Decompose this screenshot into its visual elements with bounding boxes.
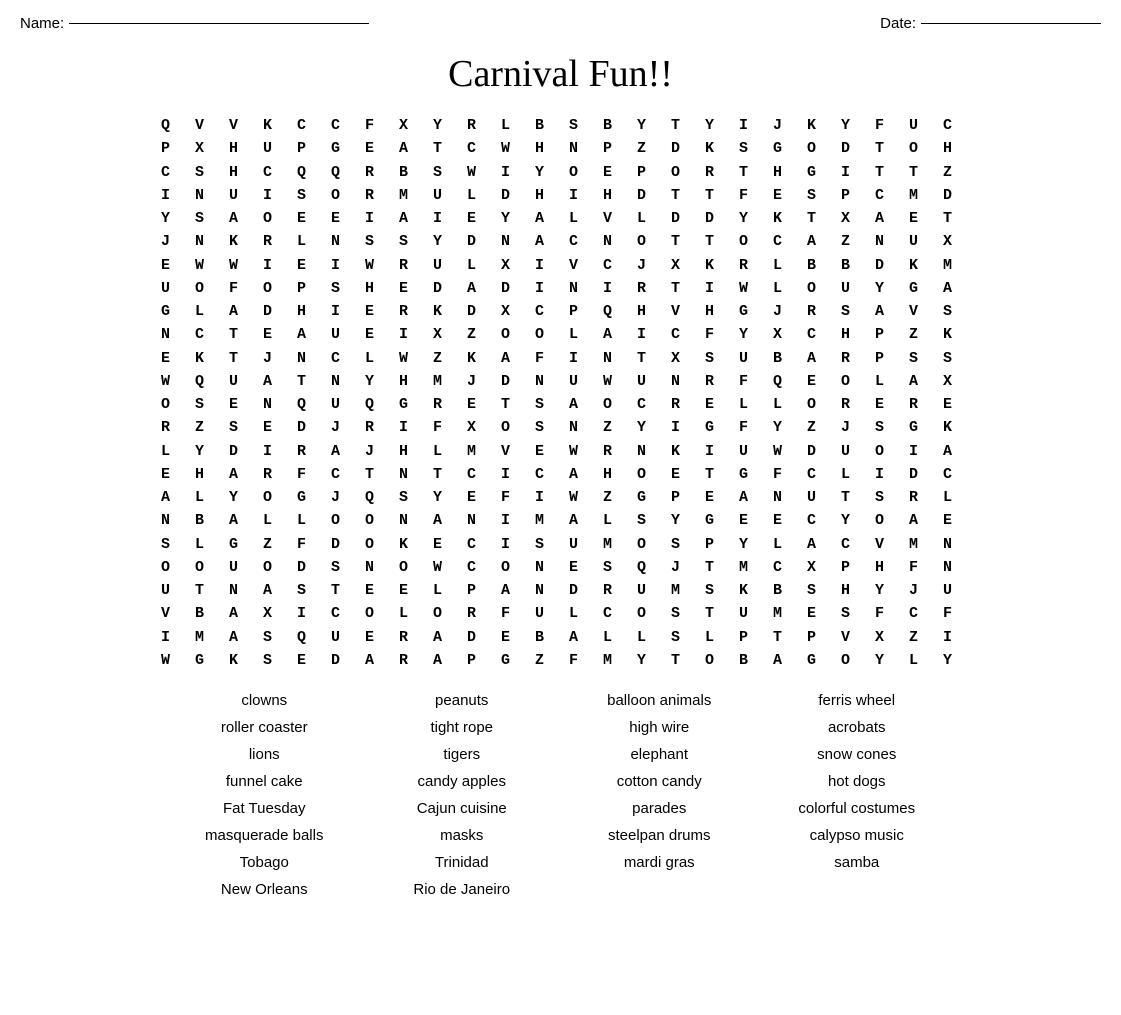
- word-item: balloon animals: [566, 690, 754, 711]
- word-item: elephant: [566, 744, 754, 765]
- word-item: steelpan drums: [566, 825, 754, 846]
- word-item: snow cones: [763, 744, 951, 765]
- grid-row: R Z S E D J R I F X O S N Z Y I G F Y Z …: [161, 416, 960, 439]
- word-item: Rio de Janeiro: [368, 879, 556, 900]
- name-label: Name:: [20, 15, 64, 32]
- word-item: Cajun cuisine: [368, 798, 556, 819]
- word-item: samba: [763, 852, 951, 873]
- grid-row: S L G Z F D O K E C I S U M O S P Y L A …: [161, 533, 960, 556]
- grid-row: G L A D H I E R K D X C P Q H V H G J R …: [161, 300, 960, 323]
- word-item: ferris wheel: [763, 690, 951, 711]
- grid-row: N B A L L O O N A N I M A L S Y G E E C …: [161, 509, 960, 532]
- word-item: hot dogs: [763, 771, 951, 792]
- date-line: [921, 23, 1101, 24]
- grid-row: I N U I S O R M U L D H I H D T T F E S …: [161, 184, 960, 207]
- grid-row: O S E N Q U Q G R E T S A O C R E L L O …: [161, 393, 960, 416]
- word-item: colorful costumes: [763, 798, 951, 819]
- date-label: Date:: [880, 15, 916, 32]
- word-item: acrobats: [763, 717, 951, 738]
- word-item: parades: [566, 798, 754, 819]
- word-item: roller coaster: [171, 717, 359, 738]
- grid-row: U T N A S T E E L P A N D R U M S K B S …: [161, 579, 960, 602]
- grid-row: N C T E A U E I X Z O O L A I C F Y X C …: [161, 323, 960, 346]
- grid-row: E W W I E I W R U L X I V C J X K R L B …: [161, 254, 960, 277]
- word-item: [763, 879, 951, 900]
- word-item: New Orleans: [171, 879, 359, 900]
- grid-row: Q V V K C C F X Y R L B S B Y T Y I J K …: [161, 114, 960, 137]
- word-item: masks: [368, 825, 556, 846]
- word-item: cotton candy: [566, 771, 754, 792]
- grid-row: C S H C Q Q R B S W I Y O E P O R T H G …: [161, 161, 960, 184]
- word-search-grid: Q V V K C C F X Y R L B S B Y T Y I J K …: [20, 114, 1101, 672]
- word-item: tigers: [368, 744, 556, 765]
- word-item: candy apples: [368, 771, 556, 792]
- word-item: mardi gras: [566, 852, 754, 873]
- word-item: peanuts: [368, 690, 556, 711]
- word-item: Trinidad: [368, 852, 556, 873]
- date-field: Date:: [880, 15, 1101, 32]
- word-item: tight rope: [368, 717, 556, 738]
- grid-row: Y S A O E E I A I E Y A L V L D D Y K T …: [161, 207, 960, 230]
- grid-row: W G K S E D A R A P G Z F M Y T O B A G …: [161, 649, 960, 672]
- grid-row: W Q U A T N Y H M J D N U W U N R F Q E …: [161, 370, 960, 393]
- word-item: Tobago: [171, 852, 359, 873]
- name-field: Name:: [20, 15, 369, 32]
- grid: Q V V K C C F X Y R L B S B Y T Y I J K …: [161, 114, 960, 672]
- grid-row: L Y D I R A J H L M V E W R N K I U W D …: [161, 440, 960, 463]
- word-item: lions: [171, 744, 359, 765]
- grid-row: A L Y O G J Q S Y E F I W Z G P E A N U …: [161, 486, 960, 509]
- grid-row: E K T J N C L W Z K A F I N T X S U B A …: [161, 347, 960, 370]
- grid-row: E H A R F C T N T C I C A H O E T G F C …: [161, 463, 960, 486]
- word-list: clowns peanuts balloon animals ferris wheel…: [171, 690, 951, 900]
- word-item: calypso music: [763, 825, 951, 846]
- word-item: high wire: [566, 717, 754, 738]
- grid-row: P X H U P G E A T C W H N P Z D K S G O …: [161, 137, 960, 160]
- grid-row: I M A S Q U E R A D E B A L L S L P T P …: [161, 626, 960, 649]
- name-line: [69, 23, 369, 24]
- word-item: Fat Tuesday: [171, 798, 359, 819]
- grid-row: J N K R L N S S Y D N A C N O T T O C A …: [161, 230, 960, 253]
- word-item: [566, 879, 754, 900]
- grid-row: O O U O D S N O W C O N E S Q J T M C X …: [161, 556, 960, 579]
- page-title: Carnival Fun!!: [20, 52, 1101, 96]
- word-item: clowns: [171, 690, 359, 711]
- grid-row: V B A X I C O L O R F U L C O S T U M E …: [161, 602, 960, 625]
- grid-row: U O F O P S H E D A D I N I R T I W L O …: [161, 277, 960, 300]
- word-item: masquerade balls: [171, 825, 359, 846]
- word-item: funnel cake: [171, 771, 359, 792]
- header: Name: Date:: [20, 10, 1101, 42]
